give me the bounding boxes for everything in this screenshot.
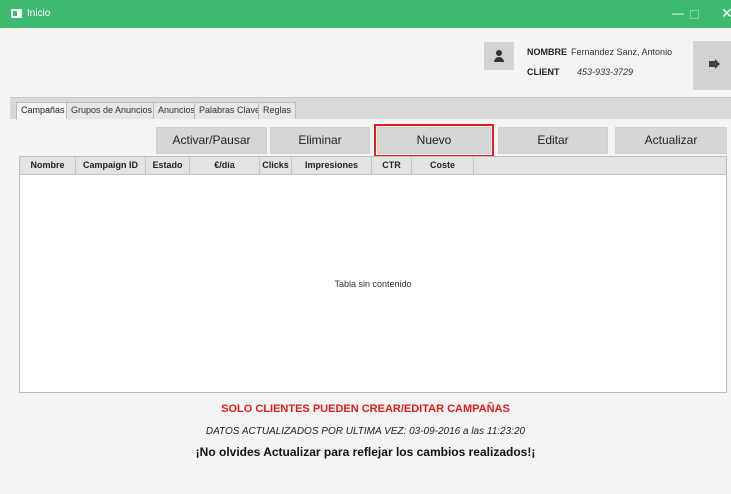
column-header-campaign-id[interactable]: Campaign ID bbox=[76, 157, 146, 174]
editar-button[interactable]: Editar bbox=[498, 127, 608, 154]
client-value: 453-933-3729 bbox=[577, 67, 634, 77]
tab-campanas[interactable]: Campañas bbox=[16, 102, 70, 120]
column-header-clicks[interactable]: Clicks bbox=[260, 157, 292, 174]
clients-only-warning: SOLO CLIENTES PUEDEN CREAR/EDITAR CAMPAÑ… bbox=[221, 403, 510, 415]
column-header-impresiones[interactable]: Impresiones bbox=[292, 157, 372, 174]
last-updated-text: DATOS ACTUALIZADOS POR ULTIMA VEZ: 03-09… bbox=[205, 426, 526, 437]
title-bar: Inicio — ✕ bbox=[0, 0, 731, 28]
user-icon bbox=[484, 42, 514, 70]
refresh-reminder: ¡No olvides Actualizar para reflejar los… bbox=[195, 445, 536, 459]
table-header: Nombre Campaign ID Estado €/día Clicks I… bbox=[20, 157, 726, 175]
name-value: Fernandez Sanz, Antonio bbox=[571, 47, 673, 57]
actualizar-button[interactable]: Actualizar bbox=[615, 127, 727, 154]
column-header-coste[interactable]: Coste bbox=[412, 157, 474, 174]
column-header-estado[interactable]: Estado bbox=[146, 157, 190, 174]
close-button[interactable]: ✕ bbox=[721, 6, 731, 20]
nuevo-button[interactable]: Nuevo bbox=[374, 124, 494, 157]
tab-anuncios[interactable]: Anuncios bbox=[153, 102, 201, 119]
tab-bar: Campañas Grupos de Anuncios Anuncios Pal… bbox=[10, 97, 731, 120]
header bbox=[10, 28, 731, 96]
eliminar-button[interactable]: Eliminar bbox=[270, 127, 370, 154]
tab-grupos-de-anuncios[interactable]: Grupos de Anuncios bbox=[66, 102, 158, 119]
minimize-button[interactable]: — bbox=[672, 6, 684, 20]
activar-pausar-button[interactable]: Activar/Pausar bbox=[156, 127, 267, 154]
table-empty-message: Tabla sin contenido bbox=[334, 279, 412, 289]
tab-palabras-clave[interactable]: Palabras Clave bbox=[194, 102, 266, 119]
column-header-nombre[interactable]: Nombre bbox=[20, 157, 76, 174]
tab-reglas[interactable]: Reglas bbox=[258, 102, 297, 119]
window-title: Inicio bbox=[27, 8, 51, 19]
column-header-ctr[interactable]: CTR bbox=[372, 157, 412, 174]
name-label: NOMBRE bbox=[527, 47, 567, 57]
logout-icon bbox=[709, 59, 720, 69]
maximize-button[interactable] bbox=[690, 10, 699, 19]
logout-button[interactable] bbox=[693, 41, 731, 90]
client-label: CLIENT bbox=[527, 67, 560, 77]
campaigns-table[interactable]: Nombre Campaign ID Estado €/día Clicks I… bbox=[19, 156, 727, 393]
app-icon bbox=[11, 9, 22, 18]
column-header-euro-dia[interactable]: €/día bbox=[190, 157, 260, 174]
